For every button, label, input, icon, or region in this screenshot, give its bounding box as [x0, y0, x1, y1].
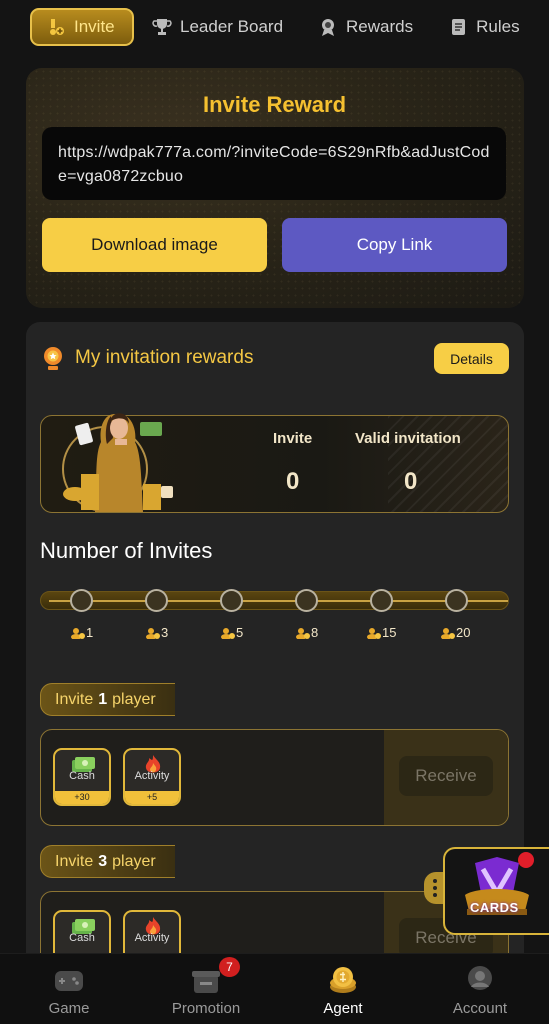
user-coin-icon [146, 627, 160, 639]
bottom-nav: Game Promotion Agent Account [0, 953, 549, 1024]
user-icon [468, 966, 492, 990]
coin-stack-icon [330, 967, 356, 993]
user-coin-icon [367, 627, 381, 639]
milestone-dot [370, 589, 393, 612]
nav-account-label: Account [452, 1000, 508, 1017]
user-coin-icon [296, 627, 310, 639]
valid-invitation-value: 0 [404, 468, 418, 495]
milestone-value: 3 [161, 625, 169, 640]
milestone-value: 20 [456, 625, 471, 640]
invite-icon [46, 17, 66, 37]
tier-prefix: Invite [55, 852, 94, 870]
nav-game-label: Game [48, 1000, 90, 1017]
milestone-label: 20 [441, 625, 470, 640]
reward-icon [318, 17, 338, 37]
invite-count-label: Invite [273, 430, 313, 447]
tab-rules[interactable]: Rules [448, 8, 520, 46]
milestone-value: 5 [236, 625, 244, 640]
tab-leader-board-label: Leader Board [180, 17, 284, 36]
activity-reward-item: Activity +5 [123, 748, 181, 806]
gamepad-icon [55, 971, 83, 991]
nav-agent-label: Agent [323, 1000, 363, 1017]
gift-icon [192, 971, 220, 993]
milestone-label: 15 [367, 625, 396, 640]
agent-page: Invite Leader Board Rewards Rules Invite… [0, 0, 549, 1024]
milestone-value: 8 [311, 625, 319, 640]
cards-widget-label: CARDS [470, 900, 519, 915]
milestone-dot [445, 589, 468, 612]
copy-link-button[interactable]: Copy Link [282, 218, 507, 272]
nav-promotion-label: Promotion [171, 1000, 241, 1017]
tab-rewards[interactable]: Rewards [318, 8, 413, 46]
cash-reward-item: Cash +30 [53, 748, 111, 806]
tier-count: 1 [98, 690, 108, 708]
tab-invite-label: Invite [74, 17, 115, 36]
milestone-dot [220, 589, 243, 612]
milestone-label: 5 [221, 625, 243, 640]
tier-count: 3 [98, 852, 108, 870]
milestone-label: 3 [146, 625, 168, 640]
nav-agent[interactable]: Agent [315, 954, 371, 1024]
valid-invitation-label: Valid invitation [355, 430, 461, 447]
tier-suffix: player [112, 852, 156, 870]
tier-3-tag: Invite 3 player [40, 845, 175, 878]
user-coin-icon [221, 627, 235, 639]
invite-count-value: 0 [286, 468, 300, 495]
tier-prefix: Invite [55, 690, 94, 708]
reward-label: Activity [134, 932, 170, 944]
reward-amount: +5 [125, 791, 179, 804]
host-illustration [62, 413, 173, 512]
details-button[interactable]: Details [434, 343, 509, 374]
tab-rewards-label: Rewards [346, 17, 414, 36]
invites-progress-track [40, 591, 509, 610]
medal-icon [44, 347, 62, 370]
user-coin-icon [71, 627, 85, 639]
nav-account[interactable]: Account [447, 954, 513, 1024]
milestone-dot [295, 589, 318, 612]
user-coin-icon [441, 627, 455, 639]
reward-amount: +30 [55, 791, 109, 804]
tier-1-tag: Invite 1 player [40, 683, 175, 716]
reward-label: Cash [69, 770, 95, 782]
trophy-icon [152, 17, 172, 37]
top-tabs: Invite Leader Board Rewards Rules [0, 0, 549, 54]
tier-suffix: player [112, 690, 156, 708]
notification-dot [518, 852, 534, 868]
milestone-dot [70, 589, 93, 612]
download-image-button[interactable]: Download image [42, 218, 267, 272]
nav-game[interactable]: Game [38, 954, 100, 1024]
promotion-badge: 7 [219, 957, 240, 977]
reward-label: Cash [69, 932, 95, 944]
tier-1-receive-button[interactable]: Receive [399, 756, 493, 796]
reward-label: Activity [134, 770, 170, 782]
milestone-label: 1 [71, 625, 93, 640]
tab-rules-label: Rules [476, 17, 520, 36]
invite-reward-title: Invite Reward [202, 92, 347, 117]
tab-invite[interactable]: Invite [30, 8, 134, 46]
tab-leader-board[interactable]: Leader Board [152, 8, 283, 46]
milestone-dot [145, 589, 168, 612]
milestone-value: 1 [86, 625, 94, 640]
my-invitation-rewards-title: My invitation rewards [75, 347, 254, 368]
invite-link-text[interactable]: https://wdpak777a.com/?inviteCode=6S29nR… [42, 127, 506, 200]
milestone-value: 15 [382, 625, 397, 640]
rules-icon [448, 17, 468, 37]
number-of-invites-title: Number of Invites [40, 538, 213, 563]
milestone-label: 8 [296, 625, 318, 640]
